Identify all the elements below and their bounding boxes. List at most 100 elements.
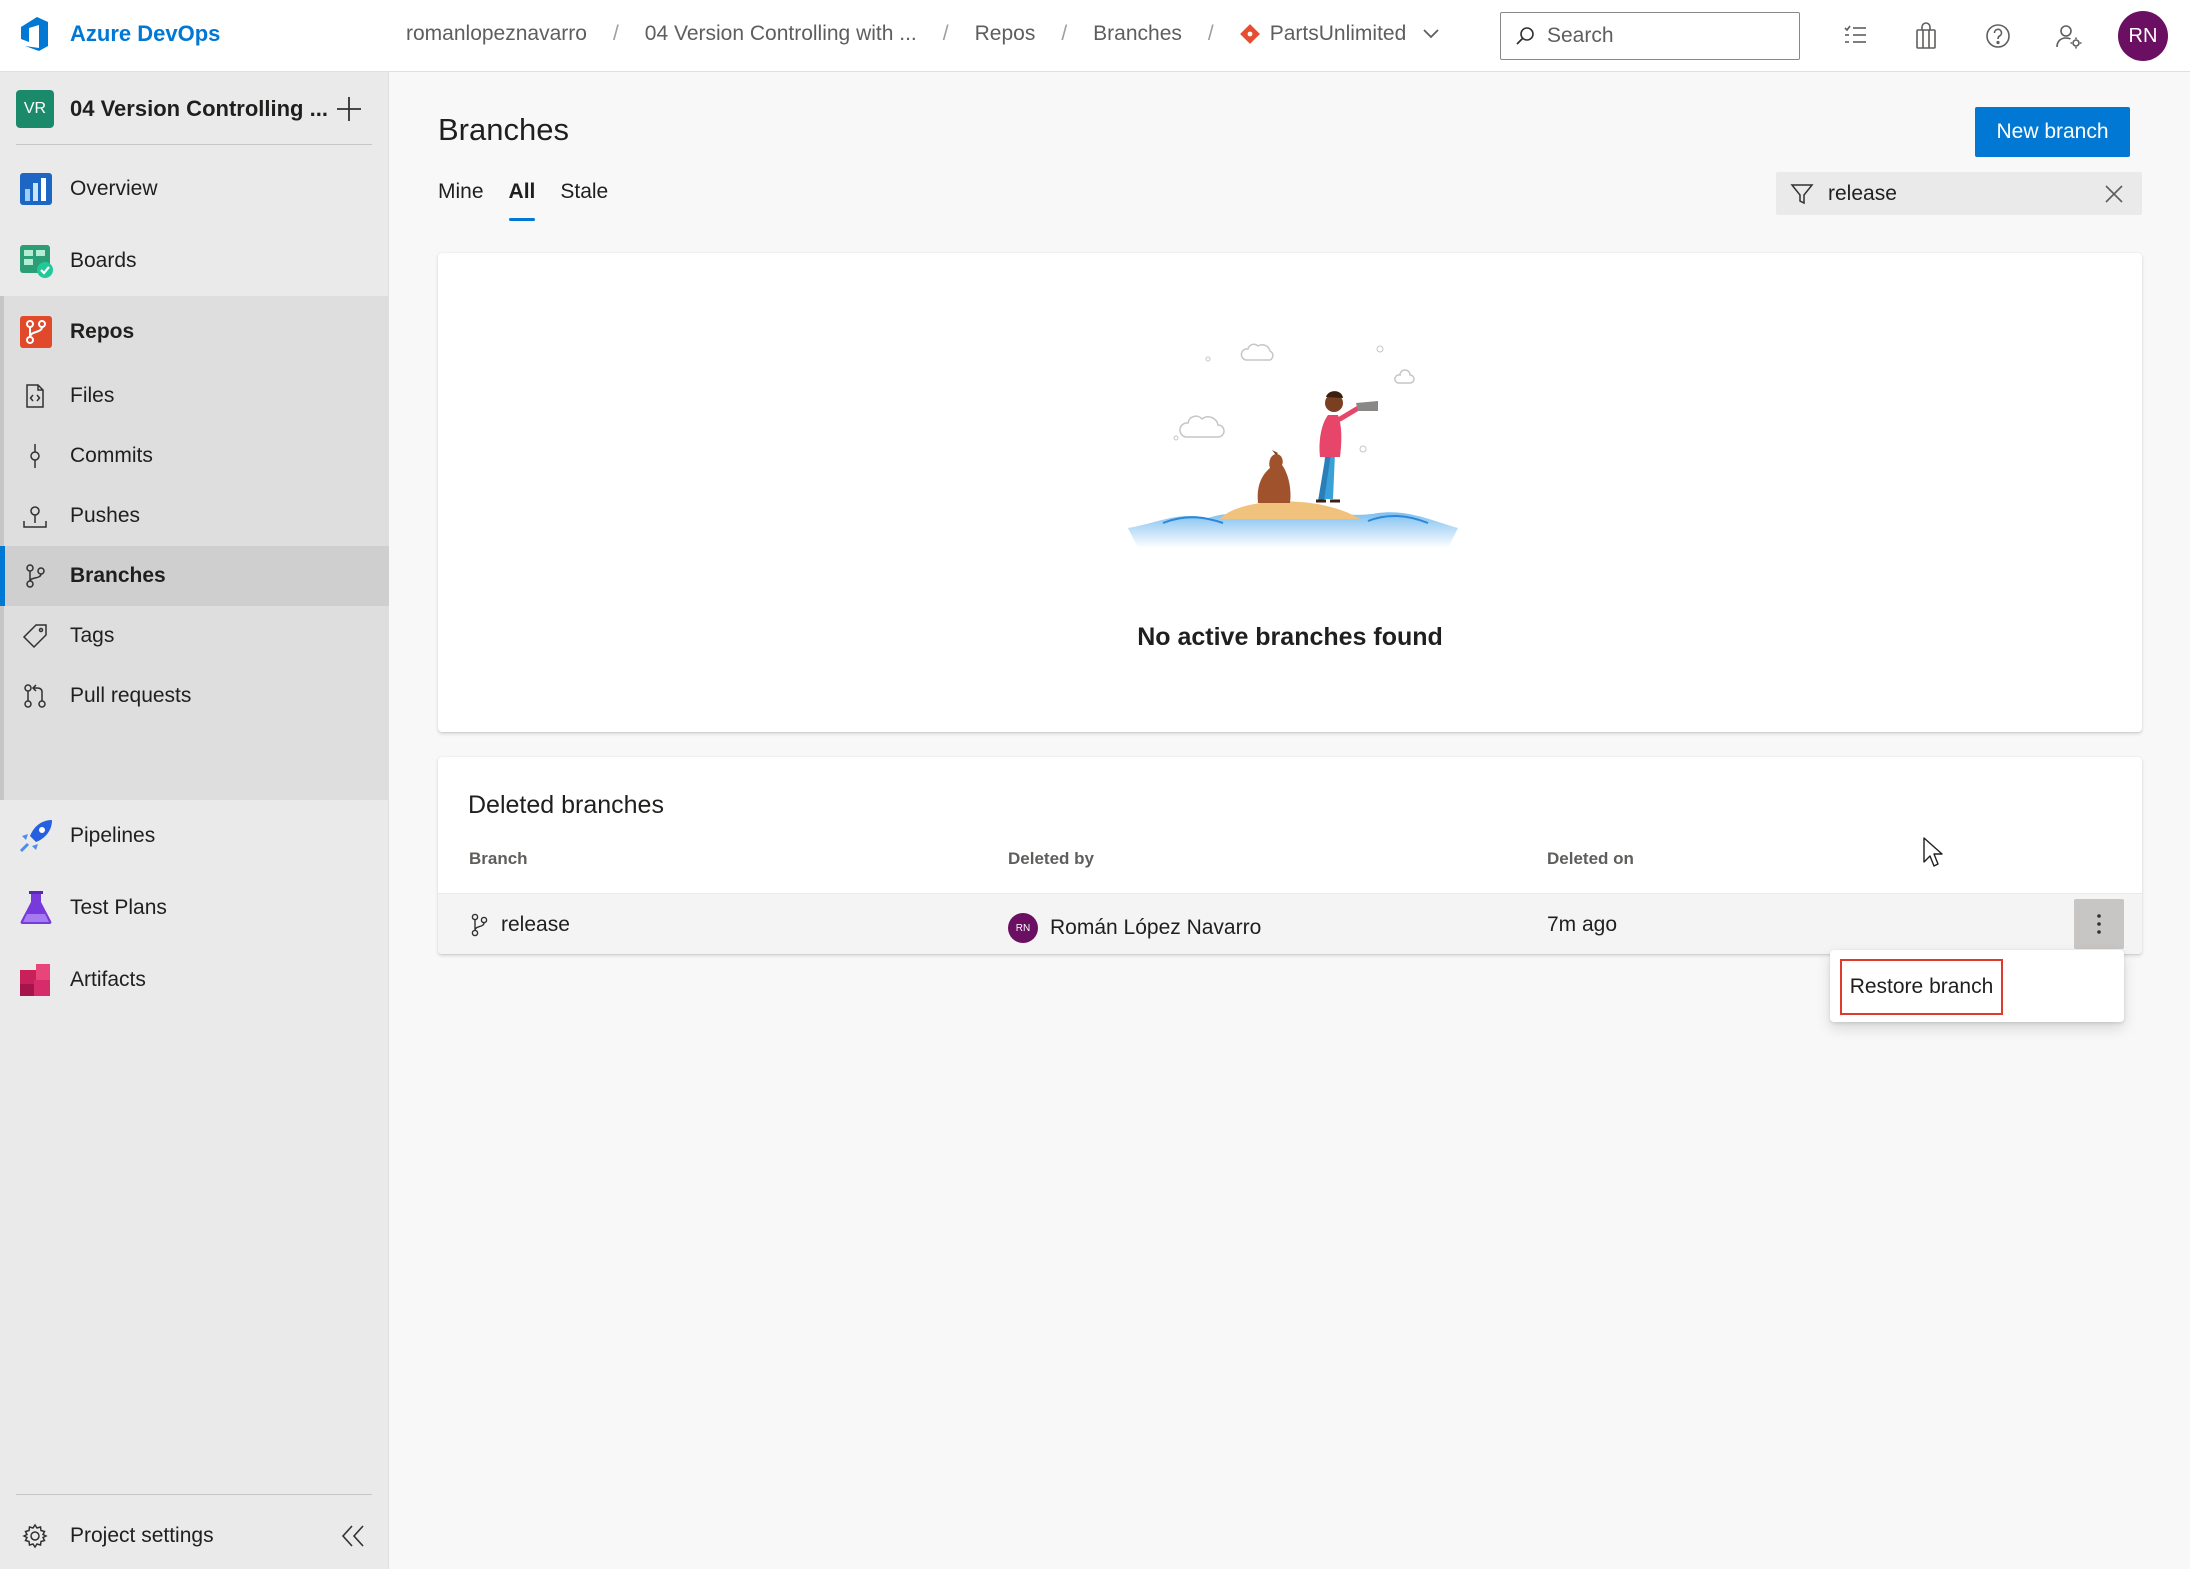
breadcrumb-organization[interactable]: romanlopeznavarro bbox=[406, 22, 587, 46]
breadcrumb-separator: / bbox=[1061, 22, 1068, 45]
sidebar-item-tags[interactable]: Tags bbox=[0, 606, 389, 666]
app-name: Azure DevOps bbox=[70, 21, 221, 46]
sidebar-item-pipelines[interactable]: Pipelines bbox=[0, 800, 389, 872]
deleted-by-cell: RN Román López Navarro bbox=[1008, 913, 1261, 943]
sidebar-item-pull-requests[interactable]: Pull requests bbox=[0, 666, 389, 726]
repository-selector[interactable]: PartsUnlimited bbox=[1239, 22, 1441, 46]
sidebar-item-branches[interactable]: Branches bbox=[0, 546, 389, 606]
sidebar-item-label: Boards bbox=[70, 249, 137, 272]
sidebar-item-label: Repos bbox=[70, 320, 135, 343]
gear-icon bbox=[22, 1523, 48, 1549]
table-row[interactable]: release RN Román López Navarro 7m ago bbox=[438, 893, 2142, 954]
search-icon bbox=[1515, 26, 1535, 46]
branch-name[interactable]: release bbox=[501, 913, 570, 937]
more-actions-button[interactable] bbox=[2074, 899, 2124, 949]
sidebar-item-label: Artifacts bbox=[70, 968, 146, 991]
collapse-sidebar-icon[interactable] bbox=[340, 1523, 366, 1549]
sidebar-item-test-plans[interactable]: Test Plans bbox=[0, 872, 389, 944]
empty-state-illustration bbox=[1128, 323, 1458, 573]
help-icon[interactable] bbox=[1984, 22, 2012, 50]
sidebar-item-pushes[interactable]: Pushes bbox=[0, 486, 389, 546]
azure-devops-logo-icon bbox=[18, 16, 50, 52]
project-settings-label: Project settings bbox=[70, 1524, 214, 1547]
sidebar-divider bbox=[16, 144, 372, 145]
deleted-by-name: Román López Navarro bbox=[1050, 916, 1262, 939]
sidebar-item-label: Branches bbox=[70, 564, 166, 587]
user-avatar[interactable]: RN bbox=[2118, 11, 2168, 61]
branch-filter[interactable] bbox=[1776, 172, 2142, 215]
new-branch-button[interactable]: New branch bbox=[1975, 107, 2130, 157]
branch-context-menu: Restore branch bbox=[1830, 950, 2124, 1022]
breadcrumb-branches[interactable]: Branches bbox=[1093, 22, 1182, 46]
breadcrumb-separator: / bbox=[612, 22, 619, 45]
sidebar-item-boards[interactable]: Boards bbox=[0, 225, 389, 297]
sidebar-item-artifacts[interactable]: Artifacts bbox=[0, 944, 389, 1016]
sidebar-item-label: Pushes bbox=[70, 504, 141, 527]
project-badge: VR bbox=[16, 90, 54, 128]
selection-indicator bbox=[0, 546, 5, 606]
sidebar: VR 04 Version Controlling ... Overview B… bbox=[0, 72, 389, 1569]
column-header-branch[interactable]: Branch bbox=[469, 849, 528, 869]
artifacts-icon bbox=[18, 962, 54, 998]
column-header-deleted-on[interactable]: Deleted on bbox=[1547, 849, 1634, 869]
test-plans-icon bbox=[18, 890, 54, 926]
tab-mine[interactable]: Mine bbox=[438, 180, 484, 218]
breadcrumb-separator: / bbox=[942, 22, 949, 45]
tab-all[interactable]: All bbox=[508, 180, 535, 221]
repos-section: Repos Files Commits Pushes Branches Tags… bbox=[0, 296, 389, 800]
breadcrumb: romanlopeznavarro / 04 Version Controlli… bbox=[406, 22, 1440, 46]
sidebar-item-commits[interactable]: Commits bbox=[0, 426, 389, 486]
file-code-icon bbox=[22, 383, 48, 409]
deleted-on-cell: 7m ago bbox=[1547, 913, 1618, 936]
empty-state-message: No active branches found bbox=[1137, 623, 1443, 651]
avatar: RN bbox=[1008, 913, 1038, 943]
sidebar-item-label: Pipelines bbox=[70, 824, 156, 847]
deleted-branches-card: Deleted branches Branch Deleted by Delet… bbox=[438, 757, 2142, 954]
branch-tabs: Mine All Stale bbox=[438, 180, 633, 221]
breadcrumb-repos[interactable]: Repos bbox=[975, 22, 1036, 46]
breadcrumb-separator: / bbox=[1207, 22, 1214, 45]
sidebar-item-label: Test Plans bbox=[70, 896, 167, 919]
top-bar: Azure DevOps romanlopeznavarro / 04 Vers… bbox=[0, 0, 2190, 72]
sidebar-item-files[interactable]: Files bbox=[0, 366, 389, 426]
push-icon bbox=[22, 503, 48, 529]
repository-name: PartsUnlimited bbox=[1269, 22, 1407, 45]
project-name: 04 Version Controlling ... bbox=[70, 96, 328, 121]
boards-icon bbox=[18, 243, 54, 279]
sidebar-item-repos[interactable]: Repos bbox=[0, 296, 389, 368]
search-box[interactable] bbox=[1500, 12, 1800, 60]
sidebar-item-label: Overview bbox=[70, 177, 158, 200]
breadcrumb-project[interactable]: 04 Version Controlling with ... bbox=[645, 22, 917, 46]
sidebar-item-label: Commits bbox=[70, 444, 153, 467]
sidebar-item-label: Files bbox=[70, 384, 115, 407]
tab-stale[interactable]: Stale bbox=[560, 180, 608, 218]
pull-request-icon bbox=[22, 683, 48, 709]
filter-icon bbox=[1790, 182, 1814, 206]
repos-icon bbox=[18, 314, 54, 350]
search-input[interactable] bbox=[1547, 24, 1787, 48]
sidebar-item-overview[interactable]: Overview bbox=[0, 153, 389, 225]
restore-branch-menu-item[interactable]: Restore branch bbox=[1840, 959, 2003, 1015]
column-header-deleted-by[interactable]: Deleted by bbox=[1008, 849, 1094, 869]
branch-icon bbox=[22, 563, 48, 589]
active-branches-card: No active branches found bbox=[438, 253, 2142, 732]
user-settings-icon[interactable] bbox=[2055, 22, 2083, 50]
clear-filter-icon[interactable] bbox=[2104, 184, 2124, 204]
sidebar-item-label: Pull requests bbox=[70, 684, 192, 707]
marketplace-bag-icon[interactable] bbox=[1912, 22, 1940, 50]
chevron-down-icon bbox=[1422, 28, 1440, 40]
work-items-list-icon[interactable] bbox=[1841, 22, 1869, 50]
project-settings[interactable]: Project settings bbox=[0, 1512, 389, 1560]
sidebar-item-label: Tags bbox=[70, 624, 115, 647]
pipelines-icon bbox=[18, 818, 54, 854]
tag-icon bbox=[22, 623, 48, 649]
add-icon[interactable] bbox=[334, 94, 364, 124]
branch-cell: release bbox=[469, 913, 570, 937]
more-vertical-icon bbox=[2096, 913, 2102, 935]
commit-icon bbox=[22, 443, 48, 469]
branch-icon bbox=[469, 913, 489, 937]
azure-devops-home-link[interactable]: Azure DevOps bbox=[18, 16, 220, 52]
filter-input[interactable] bbox=[1828, 181, 2098, 206]
project-header[interactable]: VR 04 Version Controlling ... bbox=[16, 90, 372, 128]
sidebar-divider bbox=[16, 1494, 372, 1495]
